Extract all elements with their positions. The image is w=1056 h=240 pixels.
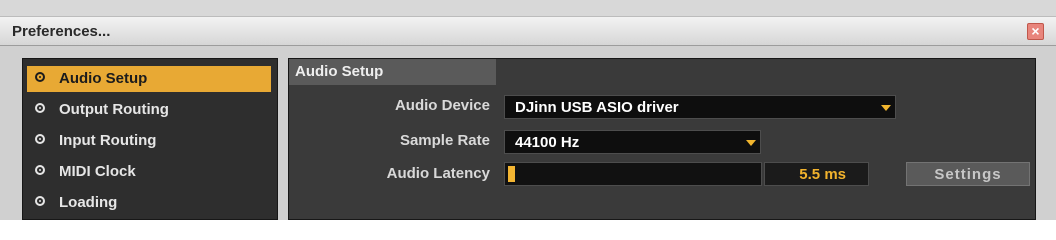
window-title: Preferences... [12, 23, 111, 40]
audio-device-label: Audio Device [394, 97, 490, 114]
sidebar-item-label: Audio Setup [59, 70, 148, 87]
audio-latency-slider[interactable] [504, 162, 762, 186]
sidebar-item-label: Output Routing [59, 101, 169, 118]
audio-latency-label: Audio Latency [386, 165, 490, 182]
sample-rate-label: Sample Rate [399, 132, 490, 149]
sidebar-item-input-routing[interactable]: Input Routing [27, 128, 271, 154]
settings-button[interactable]: Settings [906, 162, 1030, 186]
sidebar-item-audio-setup[interactable]: Audio Setup [27, 66, 271, 92]
sidebar-item-label: Loading [59, 194, 118, 211]
title-bar: Preferences... × [0, 16, 1056, 46]
latency-level-fill [508, 166, 515, 182]
sidebar-item-output-routing[interactable]: Output Routing [27, 97, 271, 123]
sidebar-item-label: Input Routing [59, 132, 157, 149]
sample-rate-value: 44100 Hz [515, 134, 580, 151]
radio-dot-icon [35, 134, 45, 144]
sidebar-item-label: MIDI Clock [59, 163, 136, 180]
audio-latency-value: 5.5 ms [764, 162, 869, 186]
panel-header: Audio Setup [289, 59, 496, 85]
audio-device-select[interactable]: DJinn USB ASIO driver [504, 95, 896, 119]
radio-dot-icon [35, 72, 45, 82]
preferences-sidebar: Audio Setup Output Routing Input Routing… [22, 58, 278, 220]
sidebar-item-loading[interactable]: Loading [27, 190, 271, 216]
dropdown-arrow-icon [746, 140, 756, 146]
sample-rate-select[interactable]: 44100 Hz [504, 130, 761, 154]
radio-dot-icon [35, 165, 45, 175]
close-icon: × [1031, 23, 1040, 39]
audio-device-value: DJinn USB ASIO driver [515, 99, 679, 116]
sidebar-item-midi-clock[interactable]: MIDI Clock [27, 159, 271, 185]
audio-setup-panel: Audio Setup Audio Device DJinn USB ASIO … [288, 58, 1036, 220]
close-button[interactable]: × [1027, 23, 1044, 40]
radio-dot-icon [35, 103, 45, 113]
dropdown-arrow-icon [881, 105, 891, 111]
preferences-window: Preferences... × Audio Setup Output Rout… [0, 0, 1056, 220]
radio-dot-icon [35, 196, 45, 206]
